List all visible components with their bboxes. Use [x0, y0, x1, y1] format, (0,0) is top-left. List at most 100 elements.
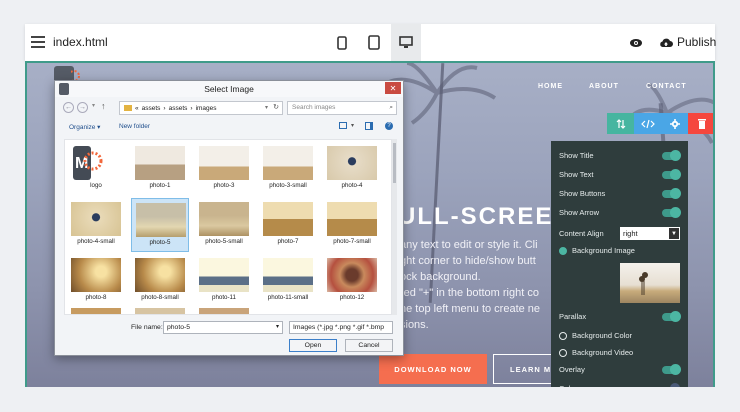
hero-text-line[interactable]: sions.: [400, 319, 429, 331]
file-name-value: photo-5: [167, 324, 191, 331]
nav-home[interactable]: HOME: [538, 83, 563, 90]
phone-icon: [337, 35, 347, 50]
file-label: photo-3-small: [269, 182, 307, 189]
file-item[interactable]: photo-3: [195, 142, 253, 196]
forward-arrow-icon[interactable]: →: [77, 102, 88, 113]
refresh-icon[interactable]: ↻: [273, 103, 279, 111]
background-video-radio[interactable]: [559, 348, 567, 357]
chevron-down-icon: ▼: [669, 228, 679, 239]
show-title-toggle[interactable]: [662, 149, 681, 161]
image-thumbnail: [71, 258, 121, 292]
image-thumbnail: [71, 202, 121, 236]
parallax-label: Parallax: [559, 312, 587, 321]
mobile-view-button[interactable]: [327, 24, 357, 61]
move-block-button[interactable]: [607, 113, 634, 134]
gear-icon: [669, 118, 680, 129]
color-swatch[interactable]: [670, 383, 680, 387]
file-item[interactable]: photo-12: [323, 254, 381, 308]
file-item[interactable]: photo-3-small: [259, 142, 317, 196]
file-item[interactable]: photo-5-small: [195, 198, 253, 252]
publish-button[interactable]: Publish: [659, 35, 716, 49]
image-thumbnail[interactable]: [71, 308, 121, 314]
select-image-dialog: Select Image ✕ ← → ▾ ↑ « assets › assets…: [54, 80, 404, 356]
file-item[interactable]: photo-4-small: [67, 198, 125, 252]
tablet-view-button[interactable]: [359, 24, 389, 61]
chevron-down-icon[interactable]: ▾: [265, 104, 268, 111]
hero-text-line[interactable]: any text to edit or style it. Cli: [400, 239, 538, 251]
preview-pane-icon[interactable]: [365, 122, 373, 130]
file-name-field[interactable]: photo-5 ▾: [163, 321, 283, 334]
file-item[interactable]: photo-8: [67, 254, 125, 308]
up-arrow-icon[interactable]: ↑: [101, 101, 106, 111]
image-thumbnail[interactable]: [199, 308, 249, 314]
image-thumbnail: [135, 258, 185, 292]
search-input[interactable]: Search images ⌕: [287, 101, 397, 115]
recent-dropdown-icon[interactable]: ▾: [92, 102, 95, 109]
hamburger-menu-icon[interactable]: [31, 36, 45, 48]
file-grid-scrollbar[interactable]: [392, 139, 397, 315]
command-bar: Organize ▾ New folder ▾ ?: [63, 121, 397, 133]
cancel-button[interactable]: Cancel: [345, 339, 393, 352]
preview-eye-icon[interactable]: [629, 36, 643, 54]
desktop-view-button[interactable]: [391, 24, 421, 61]
block-settings-panel: Show Title Show Text Show Buttons Show A…: [551, 141, 688, 387]
nav-about[interactable]: ABOUT: [589, 83, 619, 90]
path-segment[interactable]: assets: [169, 105, 188, 112]
path-breadcrumb[interactable]: « assets › assets › images ▾ ↻: [119, 101, 283, 115]
image-thumbnail: [263, 202, 313, 236]
organize-menu[interactable]: Organize ▾: [69, 123, 100, 131]
address-bar: ← → ▾ ↑ « assets › assets › images ▾ ↻ S…: [63, 101, 397, 115]
path-segment[interactable]: images: [196, 105, 217, 112]
background-image-radio[interactable]: [559, 246, 567, 255]
show-text-toggle[interactable]: [662, 168, 681, 180]
view-options-icon[interactable]: [339, 122, 347, 129]
show-buttons-label: Show Buttons: [559, 189, 606, 198]
overlay-toggle[interactable]: [662, 363, 681, 375]
show-arrow-toggle[interactable]: [662, 206, 681, 218]
path-segment[interactable]: assets: [142, 105, 161, 112]
file-item[interactable]: photo-8-small: [131, 254, 189, 308]
show-buttons-toggle[interactable]: [662, 187, 681, 199]
close-icon[interactable]: ✕: [385, 82, 401, 94]
file-label: photo-7-small: [333, 238, 371, 245]
file-item[interactable]: photo-7-small: [323, 198, 381, 252]
content-align-select[interactable]: right ▼: [620, 227, 680, 240]
background-image-label: Background Image: [572, 246, 635, 255]
image-thumbnail: [135, 146, 185, 180]
file-type-select[interactable]: Images (*.jpg *.png *.gif *.bmp: [289, 321, 393, 334]
delete-block-button[interactable]: [688, 113, 713, 134]
download-now-button[interactable]: DOWNLOAD NOW: [379, 354, 487, 384]
file-item-selected[interactable]: photo-5: [131, 198, 189, 252]
hero-text-line[interactable]: he top left menu to create ne: [400, 303, 540, 315]
nav-contact[interactable]: CONTACT: [646, 83, 687, 90]
image-thumbnail: [199, 258, 249, 292]
hero-text-line[interactable]: red "+" in the bottom right co: [400, 287, 539, 299]
hero-text-line[interactable]: ght corner to hide/show butt: [400, 255, 536, 267]
file-item[interactable]: photo-11-small: [259, 254, 317, 308]
new-folder-button[interactable]: New folder: [119, 123, 150, 130]
image-thumbnail[interactable]: [135, 308, 185, 314]
background-image-thumbnail[interactable]: [620, 263, 680, 303]
hero-title[interactable]: ULL-SCREEN: [398, 203, 573, 231]
file-item[interactable]: M logo: [67, 142, 125, 196]
block-settings-button[interactable]: [661, 113, 688, 134]
file-name-row: File name: photo-5 ▾ Images (*.jpg *.png…: [105, 321, 397, 335]
parallax-toggle[interactable]: [662, 310, 681, 322]
help-icon[interactable]: ?: [385, 122, 393, 130]
hero-text-line[interactable]: ock background.: [400, 271, 481, 283]
file-label: photo-5: [149, 239, 171, 246]
file-item[interactable]: photo-7: [259, 198, 317, 252]
file-type-value: Images (*.jpg *.png *.gif *.bmp: [293, 324, 385, 331]
chevron-down-icon[interactable]: ▾: [351, 122, 354, 129]
file-item[interactable]: photo-11: [195, 254, 253, 308]
content-align-value: right: [623, 229, 638, 238]
background-color-radio[interactable]: [559, 331, 567, 340]
file-name: index.html: [53, 35, 108, 49]
file-item[interactable]: photo-4: [323, 142, 381, 196]
file-item[interactable]: photo-1: [131, 142, 189, 196]
back-arrow-icon[interactable]: ←: [63, 102, 74, 113]
folder-icon: [124, 105, 132, 111]
arrows-icon: [616, 118, 625, 129]
code-editor-button[interactable]: [634, 113, 661, 134]
open-button[interactable]: Open: [289, 339, 337, 352]
